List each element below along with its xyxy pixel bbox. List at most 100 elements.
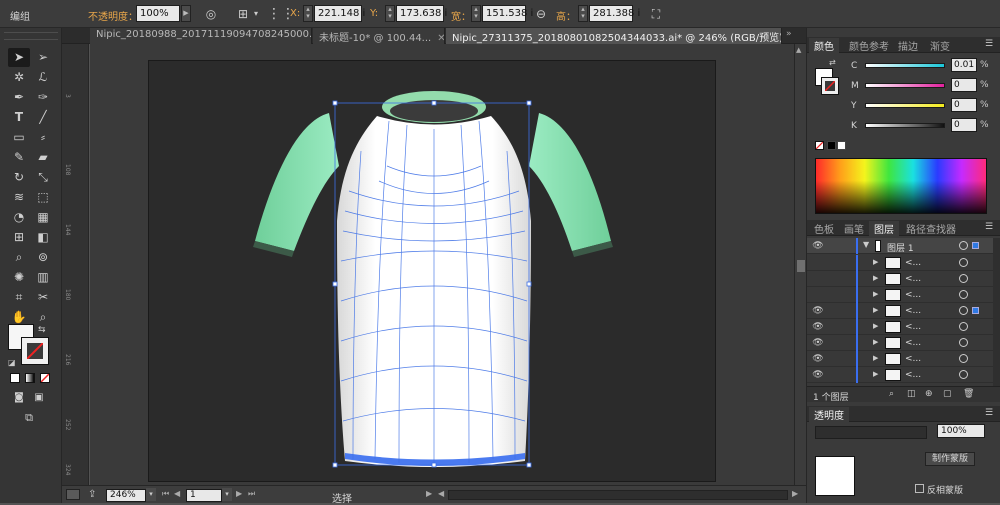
selection-indicator-icon[interactable] [972, 242, 979, 249]
expand-icon[interactable]: ▶ [873, 274, 878, 282]
x-field[interactable]: 221.148 i [314, 5, 365, 22]
clipping-mask-icon[interactable]: ◫ [907, 389, 916, 399]
shape-builder-tool-icon[interactable]: ◔ [8, 208, 30, 227]
target-icon[interactable] [959, 274, 968, 283]
layer-row-parent[interactable]: 👁 ▼ 图层 1 [807, 238, 993, 254]
invert-mask-checkbox[interactable] [915, 484, 924, 493]
free-transform-tool-icon[interactable]: ⬚ [32, 188, 54, 207]
panel-menu-icon[interactable]: ☰ [985, 222, 993, 232]
color-stroke-swatch[interactable] [821, 77, 839, 95]
target-icon[interactable] [959, 354, 968, 363]
chevron-down-icon[interactable]: ▾ [146, 488, 156, 501]
x-stepper-icon[interactable]: ▴ ▾ [303, 5, 313, 22]
reference-point-icon[interactable]: ⋮⋮ [267, 6, 295, 22]
channel-m-value[interactable]: 0 [951, 78, 977, 92]
none-mode-icon[interactable] [40, 373, 50, 383]
transform-icon[interactable]: ⛶ [648, 6, 664, 22]
eraser-tool-icon[interactable]: ▰ [32, 148, 54, 167]
target-icon[interactable] [959, 370, 968, 379]
change-screen-mode-icon[interactable]: ⧉ [18, 408, 40, 427]
rotate-tool-icon[interactable]: ↻ [8, 168, 30, 187]
layer-row[interactable]: ▶ <... [807, 255, 993, 271]
layer-row[interactable]: 👁 ▶ <... [807, 319, 993, 335]
blend-tool-icon[interactable]: ⊚ [32, 248, 54, 267]
default-colors-icon[interactable]: ◪ [8, 358, 16, 367]
mask-thumbnail[interactable] [815, 456, 855, 496]
channel-k-value[interactable]: 0 [951, 118, 977, 132]
target-icon[interactable] [959, 241, 968, 250]
opacity-dropdown-icon[interactable]: ▶ [181, 5, 191, 22]
selection-tool-icon[interactable]: ➤ [8, 48, 30, 67]
visibility-toggle-icon[interactable] [811, 288, 825, 302]
layer-row[interactable]: 👁 ▶ <... [807, 367, 993, 383]
expand-icon[interactable]: ▶ [873, 338, 878, 346]
channel-c-slider[interactable] [865, 63, 945, 68]
scroll-left-icon[interactable]: ◀ [438, 489, 444, 498]
direct-selection-tool-icon[interactable]: ➢ [32, 48, 54, 67]
delete-layer-icon[interactable]: 🗑 [963, 389, 974, 399]
tab-gradient[interactable]: 渐变 [925, 38, 955, 53]
width-tool-icon[interactable]: ≋ [8, 188, 30, 207]
locate-object-icon[interactable]: ⌕ [889, 389, 894, 399]
channel-m-slider[interactable] [865, 83, 945, 88]
target-icon[interactable] [959, 258, 968, 267]
document-tab-2[interactable]: 未标题-10* @ 100.44... ✕ [313, 28, 445, 44]
pencil-tool-icon[interactable]: ✎ [8, 148, 30, 167]
channel-k-slider[interactable] [865, 123, 945, 128]
eye-icon[interactable]: 👁 [811, 368, 825, 382]
white-swatch[interactable] [837, 141, 846, 150]
height-stepper-icon[interactable]: ▴ ▾ [578, 5, 588, 22]
channel-c-value[interactable]: 0.01 [951, 58, 977, 72]
mesh-tool-icon[interactable]: ⊞ [8, 228, 30, 247]
visibility-toggle-icon[interactable] [811, 256, 825, 270]
paintbrush-tool-icon[interactable]: ⸗ [32, 128, 54, 147]
lasso-tool-icon[interactable]: ℒ [32, 68, 54, 87]
tab-brushes[interactable]: 画笔 [839, 221, 869, 236]
expand-icon[interactable]: ▶ [873, 354, 878, 362]
next-page-icon[interactable]: ▶ [236, 489, 242, 498]
black-swatch[interactable] [827, 141, 836, 150]
stroke-swatch[interactable] [21, 337, 49, 365]
scroll-up-icon[interactable]: ▲ [796, 46, 801, 54]
layer-row[interactable]: ▶ <... [807, 271, 993, 287]
pen-tool-icon[interactable]: ✒ [8, 88, 30, 107]
target-icon[interactable] [959, 290, 968, 299]
prev-page-icon[interactable]: ◀ [174, 489, 180, 498]
channel-y-value[interactable]: 0 [951, 98, 977, 112]
symbol-sprayer-tool-icon[interactable]: ✺ [8, 268, 30, 287]
scroll-right-icon[interactable]: ▶ [792, 489, 798, 498]
constrain-proportions-icon[interactable]: ⊖ [533, 6, 549, 22]
gradient-tool-icon[interactable]: ◧ [32, 228, 54, 247]
gradient-mode-icon[interactable] [25, 373, 35, 383]
canvas-area[interactable] [90, 44, 794, 485]
eye-icon[interactable]: 👁 [811, 320, 825, 334]
new-sublayer-icon[interactable]: ⊕ [925, 389, 933, 399]
tab-color[interactable]: 颜色 [809, 38, 839, 53]
drawing-mode-icon[interactable]: ◙ [8, 388, 30, 407]
share-icon[interactable]: ⇪ [88, 489, 102, 501]
last-page-icon[interactable]: ⏭ [248, 489, 255, 499]
column-graph-tool-icon[interactable]: ▥ [32, 268, 54, 287]
panel-menu-icon[interactable]: ☰ [985, 408, 993, 418]
panel-menu-icon[interactable]: ☰ [985, 39, 993, 49]
panel-grip[interactable] [4, 32, 58, 40]
magic-wand-tool-icon[interactable]: ✲ [8, 68, 30, 87]
make-mask-button[interactable]: 制作蒙版 [925, 452, 975, 466]
expand-icon[interactable]: ▶ [873, 370, 878, 378]
scroll-thumb[interactable] [797, 260, 805, 272]
eye-icon[interactable]: 👁 [811, 239, 825, 253]
layer-row[interactable]: 👁 ▶ <... [807, 351, 993, 367]
horizontal-scrollbar[interactable] [448, 490, 788, 500]
height-field[interactable]: 281.388 i [589, 5, 640, 22]
visibility-toggle-icon[interactable] [811, 272, 825, 286]
y-stepper-icon[interactable]: ▴ ▾ [385, 5, 395, 22]
tab-overflow-icon[interactable]: » [786, 29, 792, 39]
tab-pathfinder[interactable]: 路径查找器 [901, 221, 961, 236]
target-icon[interactable] [959, 338, 968, 347]
perspective-grid-tool-icon[interactable]: ▦ [32, 208, 54, 227]
layers-scrollbar[interactable] [993, 238, 1000, 386]
expand-icon[interactable]: ▼ [863, 240, 869, 249]
page-field[interactable]: 1 [186, 489, 222, 502]
chevron-down-icon[interactable]: ▾ [248, 6, 264, 22]
none-swatch-icon[interactable] [815, 141, 824, 150]
